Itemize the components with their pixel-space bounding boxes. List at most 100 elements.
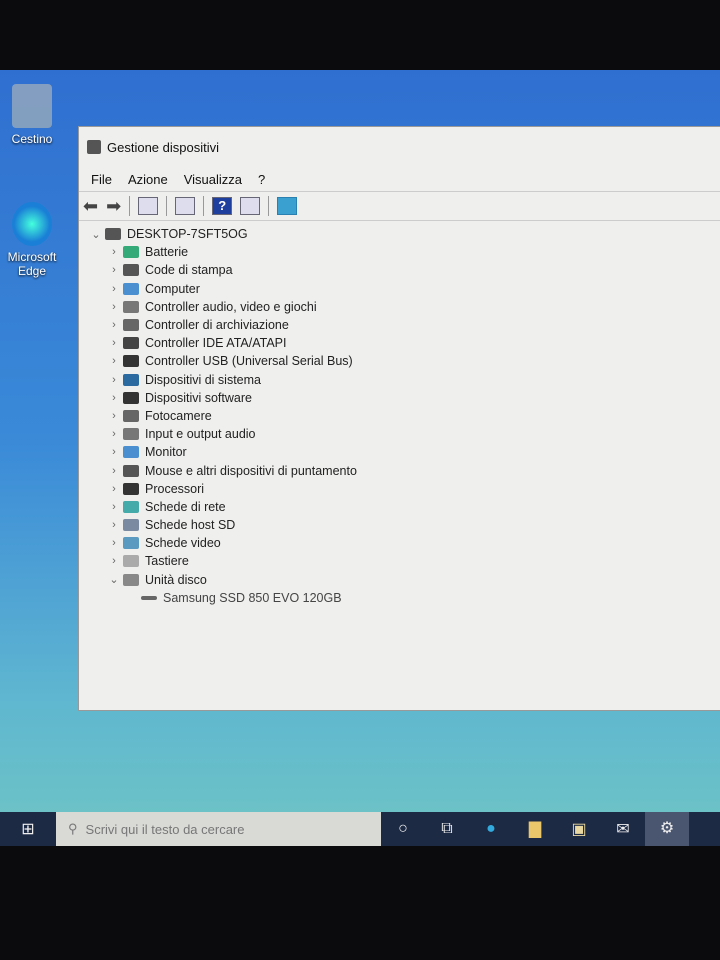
tree-category[interactable]: › Controller USB (Universal Serial Bus) [87, 352, 720, 370]
menu-file[interactable]: File [85, 172, 118, 187]
device-category-icon [123, 264, 139, 277]
tree-category[interactable]: › Schede di rete [87, 498, 720, 516]
chevron-right-icon[interactable]: › [105, 264, 123, 276]
tree-category-label: Computer [145, 281, 200, 296]
device-category-icon [123, 391, 139, 404]
tree-category[interactable]: › Code di stampa [87, 261, 720, 279]
device-category-icon [123, 300, 139, 313]
search-placeholder: Scrivi qui il testo da cercare [85, 821, 245, 837]
toolbar-separator [203, 196, 205, 216]
chevron-right-icon[interactable]: › [105, 392, 123, 404]
chevron-right-icon[interactable]: › [105, 319, 123, 331]
chevron-right-icon[interactable]: › [105, 301, 123, 313]
tree-category[interactable]: › Dispositivi di sistema [87, 371, 720, 389]
help-icon[interactable]: ? [212, 197, 233, 215]
device-category-icon [123, 573, 139, 586]
tree-category[interactable]: › Batterie [87, 243, 720, 261]
tree-category[interactable]: › Controller audio, video e giochi [87, 298, 720, 316]
chevron-right-icon[interactable]: › [105, 283, 123, 295]
chevron-right-icon[interactable]: › [105, 446, 123, 458]
device-manager-icon [87, 140, 101, 154]
device-tree: ⌄ DESKTOP-7SFT5OG › Batterie › Code di stam… [79, 221, 720, 607]
menu-azione[interactable]: Azione [122, 172, 174, 187]
chevron-right-icon[interactable]: › [105, 537, 123, 549]
tree-category[interactable]: › Fotocamere [87, 407, 720, 425]
device-category-icon [123, 319, 139, 332]
tree-category-label: Fotocamere [145, 408, 212, 423]
toolbar-separator [166, 196, 168, 216]
edge-taskbar-icon[interactable]: ● [469, 820, 513, 838]
tree-category-label: Batterie [145, 245, 189, 260]
cortana-icon[interactable]: ○ [381, 820, 425, 838]
device-manager-taskbar-icon[interactable]: ⚙ [645, 812, 689, 846]
chevron-down-icon[interactable]: ⌄ [105, 573, 123, 586]
desktop-icon-label: Microsoft Edge [7, 250, 57, 278]
tree-category-label: Controller IDE ATA/ATAPI [145, 336, 287, 351]
show-hide-console-tree-icon[interactable] [138, 197, 159, 215]
chevron-right-icon[interactable]: › [105, 465, 123, 477]
taskbar: ⊞ ⚲ Scrivi qui il testo da cercare ○ ⧉ ●… [0, 812, 720, 846]
store-icon[interactable]: ▣ [557, 819, 601, 839]
tree-category-label: Mouse e altri dispositivi di puntamento [145, 463, 357, 478]
toolbar: ⬅ ➡ ? [79, 191, 720, 221]
device-category-icon [123, 282, 139, 295]
device-category-icon [123, 500, 139, 513]
tree-category-label: Monitor [145, 445, 187, 460]
desktop-icon-label: Cestino [11, 132, 53, 146]
chevron-right-icon[interactable]: › [105, 555, 123, 567]
tree-category[interactable]: › Controller di archiviazione [87, 316, 720, 334]
device-category-icon [123, 409, 139, 422]
tree-root-label: DESKTOP-7SFT5OG [127, 227, 248, 242]
desktop-icon-recycle-bin[interactable]: Cestino [0, 84, 64, 146]
device-category-icon [123, 373, 139, 386]
tree-device[interactable]: Samsung SSD 850 EVO 120GB [87, 589, 720, 607]
chevron-down-icon[interactable]: ⌄ [87, 228, 105, 241]
menu-visualizza[interactable]: Visualizza [178, 172, 248, 187]
tree-category[interactable]: › Dispositivi software [87, 389, 720, 407]
chevron-right-icon[interactable]: › [105, 428, 123, 440]
device-category-icon [123, 337, 139, 350]
action-pane-icon[interactable] [240, 197, 261, 215]
tree-category-label: Input e output audio [145, 427, 256, 442]
chevron-right-icon[interactable]: › [105, 246, 123, 258]
desktop-icon-edge[interactable]: Microsoft Edge [0, 202, 64, 278]
tree-category[interactable]: › Schede host SD [87, 516, 720, 534]
chevron-right-icon[interactable]: › [105, 337, 123, 349]
tree-category[interactable]: › Schede video [87, 534, 720, 552]
tree-category[interactable]: › Mouse e altri dispositivi di puntamento [87, 461, 720, 479]
forward-icon[interactable]: ➡ [106, 196, 121, 217]
menu-help[interactable]: ? [252, 172, 271, 187]
chevron-right-icon[interactable]: › [105, 501, 123, 513]
tree-category[interactable]: › Controller IDE ATA/ATAPI [87, 334, 720, 352]
tree-category[interactable]: › Tastiere [87, 552, 720, 570]
tree-category[interactable]: › Processori [87, 480, 720, 498]
device-category-icon [123, 355, 139, 368]
chevron-right-icon[interactable]: › [105, 374, 123, 386]
recycle-bin-icon [12, 84, 52, 128]
tree-category-label: Tastiere [145, 554, 189, 569]
chevron-right-icon[interactable]: › [105, 519, 123, 531]
tree-category[interactable]: ⌄ Unità disco [87, 571, 720, 589]
mail-icon[interactable]: ✉ [601, 819, 645, 839]
tree-category[interactable]: › Monitor [87, 443, 720, 461]
scan-hardware-icon[interactable] [277, 197, 298, 215]
tree-category[interactable]: › Computer [87, 280, 720, 298]
tree-category-label: Controller audio, video e giochi [145, 299, 317, 314]
chevron-right-icon[interactable]: › [105, 483, 123, 495]
search-box[interactable]: ⚲ Scrivi qui il testo da cercare [56, 812, 381, 846]
chevron-right-icon[interactable]: › [105, 355, 123, 367]
start-button[interactable]: ⊞ [0, 819, 56, 839]
tree-category-label: Schede host SD [145, 518, 236, 533]
tree-category-label: Processori [145, 481, 205, 496]
tree-category[interactable]: › Input e output audio [87, 425, 720, 443]
chevron-right-icon[interactable]: › [105, 410, 123, 422]
properties-icon[interactable] [175, 197, 196, 215]
task-view-icon[interactable]: ⧉ [425, 820, 469, 838]
tree-device-label: Samsung SSD 850 EVO 120GB [163, 590, 342, 605]
tree-category-label: Unità disco [145, 572, 207, 587]
back-icon[interactable]: ⬅ [83, 196, 98, 217]
menu-bar: File Azione Visualizza ? [79, 167, 720, 191]
file-explorer-icon[interactable]: ▇ [513, 819, 557, 839]
tree-category-label: Schede video [145, 536, 221, 551]
tree-root[interactable]: ⌄ DESKTOP-7SFT5OG [87, 225, 720, 243]
